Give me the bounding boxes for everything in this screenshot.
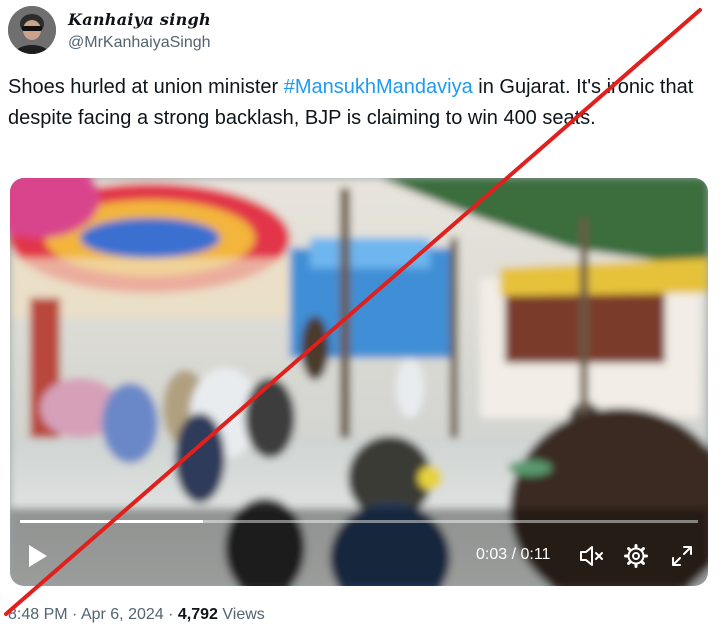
views-count: 4,792: [177, 606, 218, 623]
meta-separator: ·: [163, 606, 178, 623]
views-label: Views: [217, 606, 265, 623]
tweet-time[interactable]: 8:48 PM: [8, 606, 68, 623]
tweet-text-part: Shoes hurled at union minister: [8, 76, 284, 98]
user-handle[interactable]: @MrKanhaiyaSingh: [68, 34, 211, 52]
fullscreen-icon: [672, 546, 692, 566]
video-progress-bar[interactable]: [20, 520, 698, 523]
tweet-header: Kanhaiya singh @MrKanhaiyaSingh: [8, 6, 712, 58]
settings-button[interactable]: [622, 542, 650, 570]
video-frame: [10, 178, 708, 586]
meta-separator: ·: [67, 606, 81, 623]
video-controls: 0:03 / 0:11: [10, 526, 708, 586]
tweet-text: Shoes hurled at union minister #MansukhM…: [8, 72, 708, 134]
video-time: 0:03 / 0:11: [476, 546, 550, 564]
mute-icon: [580, 546, 603, 566]
mute-button[interactable]: [578, 542, 606, 570]
avatar[interactable]: [8, 6, 56, 54]
gear-icon: [624, 544, 648, 568]
tweet-meta: 8:48 PM · Apr 6, 2024 · 4,792 Views: [8, 606, 265, 624]
video-progress-fill: [20, 520, 204, 523]
hashtag-link[interactable]: #MansukhMandaviya: [284, 76, 473, 98]
duration: 0:11: [520, 546, 551, 563]
play-icon: [29, 545, 47, 567]
fullscreen-button[interactable]: [668, 542, 696, 570]
tweet-date[interactable]: Apr 6, 2024: [81, 606, 164, 623]
play-button[interactable]: [24, 542, 52, 570]
current-time: 0:03: [476, 546, 508, 563]
time-separator: /: [507, 546, 521, 563]
display-name[interactable]: Kanhaiya singh: [68, 10, 211, 29]
video-player[interactable]: 0:03 / 0:11: [10, 178, 708, 586]
